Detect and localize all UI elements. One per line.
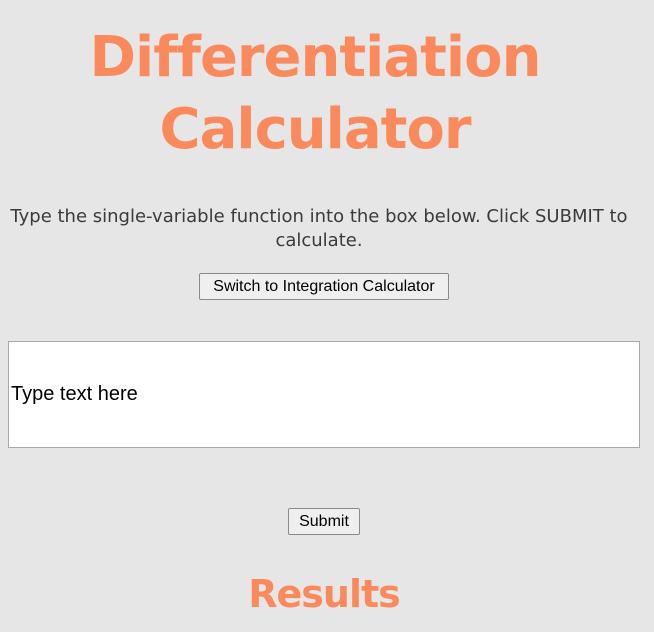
instructions-line-2: calculate.	[275, 230, 363, 251]
switch-to-integration-button[interactable]: Switch to Integration Calculator	[199, 273, 449, 300]
page-title-line-1: Differentiation	[89, 25, 542, 90]
page-title-line-2: Calculator	[159, 97, 472, 162]
submit-button[interactable]: Submit	[288, 508, 360, 535]
instructions-text: Type the single-variable function into t…	[4, 205, 634, 253]
results-heading: Results	[248, 572, 401, 616]
function-input[interactable]	[8, 341, 640, 448]
instructions-line-1: Type the single-variable function into t…	[10, 206, 628, 227]
page-title: Differentiation Calculator	[0, 22, 630, 166]
